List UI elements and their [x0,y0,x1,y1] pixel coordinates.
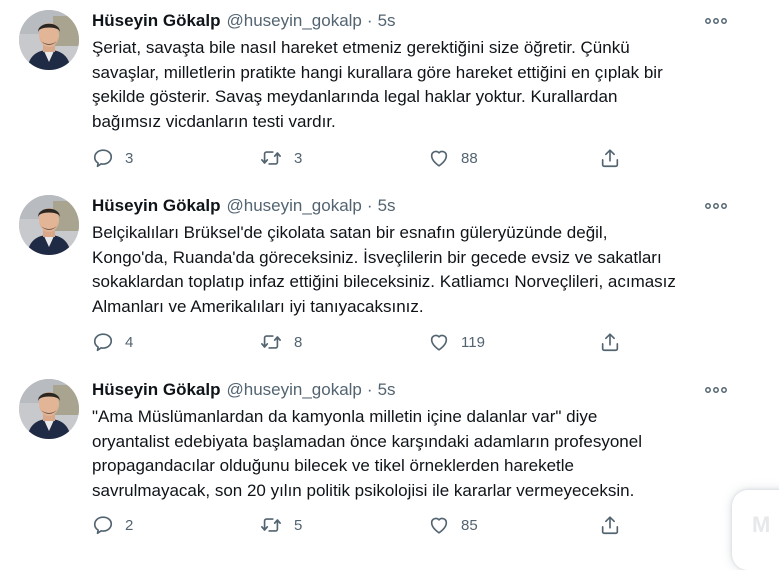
more-horizontal-icon[interactable] [700,10,732,32]
like-button[interactable]: 85 [428,513,478,537]
tweet-text-line: sokaklardan toplatıp infaz ettiğini bile… [92,272,676,291]
reply-button[interactable]: 4 [92,330,133,354]
like-count: 85 [461,516,478,534]
retweet-icon [261,151,281,165]
tweet-text-line: "Ama Müslümanlardan da kamyonla milletin… [92,407,598,426]
tweet-text: "Ama Müslümanlardan da kamyonla milletin… [92,405,742,503]
avatar[interactable] [19,10,79,70]
tweet-actions: 2 5 85 [92,513,742,537]
author-name[interactable]: Hüseyin Gökalp [92,196,220,216]
tweet-header: Hüseyin Gökalp @huseyin_gokalp · 5s [92,10,396,32]
tweet-time[interactable]: 5s [378,196,396,216]
dot-separator: · [366,11,373,30]
tweet-text-line: Şeriat, savaşta bile nasıl hareket etmen… [92,38,630,57]
retweet-button[interactable]: 8 [259,330,302,354]
author-name[interactable]: Hüseyin Gökalp [92,380,220,400]
avatar[interactable] [19,379,79,439]
reply-button[interactable]: 2 [92,513,133,537]
reply-count: 3 [125,149,134,167]
heart-icon [430,517,448,534]
retweet-button[interactable]: 3 [259,146,302,170]
tweet-actions: 4 8 119 [92,330,742,354]
author-handle[interactable]: @huseyin_gokalp [226,11,361,31]
tweet-text: Belçikalıları Brüksel'de çikolata satan … [92,221,742,319]
retweet-count: 8 [294,333,303,351]
retweet-button[interactable]: 5 [259,513,302,537]
tweet-text-line: şekilde gösterir. Savaş meydanlarında le… [92,87,618,106]
dot-separator: · [366,380,373,399]
more-horizontal-icon[interactable] [700,379,732,401]
messages-drawer-label: M [752,512,771,537]
tweet-header: Hüseyin Gökalp @huseyin_gokalp · 5s [92,379,396,401]
dot-separator: · [366,196,373,215]
tweet-text-line: savrulmayacak, son 20 yılın politik psik… [92,480,635,500]
like-count: 88 [461,149,478,167]
heart-icon [430,334,448,351]
tweet-text-line: propagandacılar olduğunu bilecek ve tike… [92,456,574,475]
reply-icon [93,333,113,352]
tweet-actions: 3 3 88 [92,146,742,170]
reply-icon [93,516,113,535]
heart-icon [430,150,448,167]
tweet-text-line: Belçikalıları Brüksel'de çikolata satan … [92,223,608,242]
reply-count: 4 [125,333,134,351]
tweet-text-line: bağımsız vicdanların testi vardır. [92,111,336,131]
tweet-text-line: savaşlar, milletlerin pratikte hangi kur… [92,62,663,82]
author-name[interactable]: Hüseyin Gökalp [92,11,220,31]
retweet-count: 3 [294,149,303,167]
share-button[interactable] [599,330,621,354]
tweet-time[interactable]: 5s [378,11,396,31]
like-button[interactable]: 88 [428,146,478,170]
share-icon [601,516,619,535]
author-handle[interactable]: @huseyin_gokalp [226,196,361,216]
reply-icon [93,149,113,168]
share-button[interactable] [599,146,621,170]
reply-button[interactable]: 3 [92,146,133,170]
share-button[interactable] [599,513,621,537]
tweet-text-line: Almanları ve Amerikalıları iyi tanıyacak… [92,296,424,316]
tweet-time[interactable]: 5s [378,380,396,400]
reply-count: 2 [125,516,134,534]
tweet-text-line: Kongo'da, Ruanda'da göreceksiniz. İsveçl… [92,247,662,267]
share-icon [601,149,619,168]
like-count: 119 [461,333,485,351]
retweet-icon [261,335,281,349]
like-button[interactable]: 119 [428,330,485,354]
author-handle[interactable]: @huseyin_gokalp [226,380,361,400]
retweet-count: 5 [294,516,303,534]
avatar[interactable] [19,195,79,255]
tweet-text-line: oryantalist edebiyata başlamadan önce ka… [92,431,642,451]
tweet-text: Şeriat, savaşta bile nasıl hareket etmen… [92,36,742,134]
share-icon [601,333,619,352]
more-horizontal-icon[interactable] [700,195,732,217]
tweet-header: Hüseyin Gökalp @huseyin_gokalp · 5s [92,195,396,217]
retweet-icon [261,518,281,532]
